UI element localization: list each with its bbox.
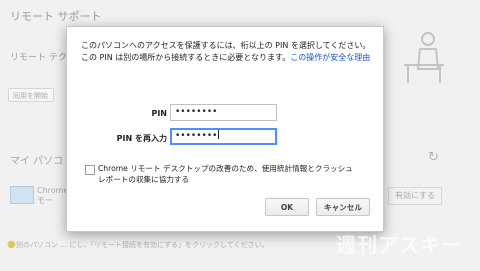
pin-label: PIN <box>151 109 167 118</box>
refresh-icon[interactable]: ↻ <box>428 150 439 165</box>
usage-stats-label[interactable]: Chrome リモート デスクトップの改善のため、使用統計情報とクラッシュ レポ… <box>98 163 358 185</box>
text-caret <box>218 130 220 139</box>
pin-dialog: このパソコンへのアクセスを保護するには、桁以上の PIN を選択してください。こ… <box>66 26 384 232</box>
watermark-logo: 週刊アスキー <box>336 233 462 257</box>
computer-entry: Chrome モー <box>37 186 68 206</box>
lightbulb-icon: ● <box>7 239 16 250</box>
help-text: 別のパソコン … にし、「リモート接続を有効にする」をクリックしてください。 <box>16 241 269 249</box>
pin-confirm-label: PIN を再入力 <box>116 134 167 143</box>
enable-remote-button[interactable]: 有効にする <box>388 187 442 205</box>
computer-icon <box>10 186 34 204</box>
start-support-button[interactable]: 同用を開始 <box>8 88 54 102</box>
pin-confirm-value: •••••••• <box>175 131 218 141</box>
usage-stats-checkbox[interactable] <box>85 165 95 175</box>
pin-confirm-input[interactable]: •••••••• <box>170 128 277 145</box>
cancel-button[interactable]: キャンセル <box>316 198 370 216</box>
dialog-message: このパソコンへのアクセスを保護するには、桁以上の PIN を選択してください。こ… <box>81 40 371 63</box>
my-computers-heading: マイ パソコ <box>10 156 64 167</box>
computer-status: モー <box>37 196 53 205</box>
illustration-icon <box>404 32 444 83</box>
pin-input[interactable]: •••••••• <box>170 104 277 121</box>
ok-button[interactable]: OK <box>265 198 309 216</box>
computer-name: Chrome <box>37 186 69 195</box>
why-secure-link[interactable]: この操作が安全な理由 <box>290 53 370 62</box>
page-title: リモート サポート <box>10 10 102 23</box>
pin-input-value: •••••••• <box>175 107 218 117</box>
